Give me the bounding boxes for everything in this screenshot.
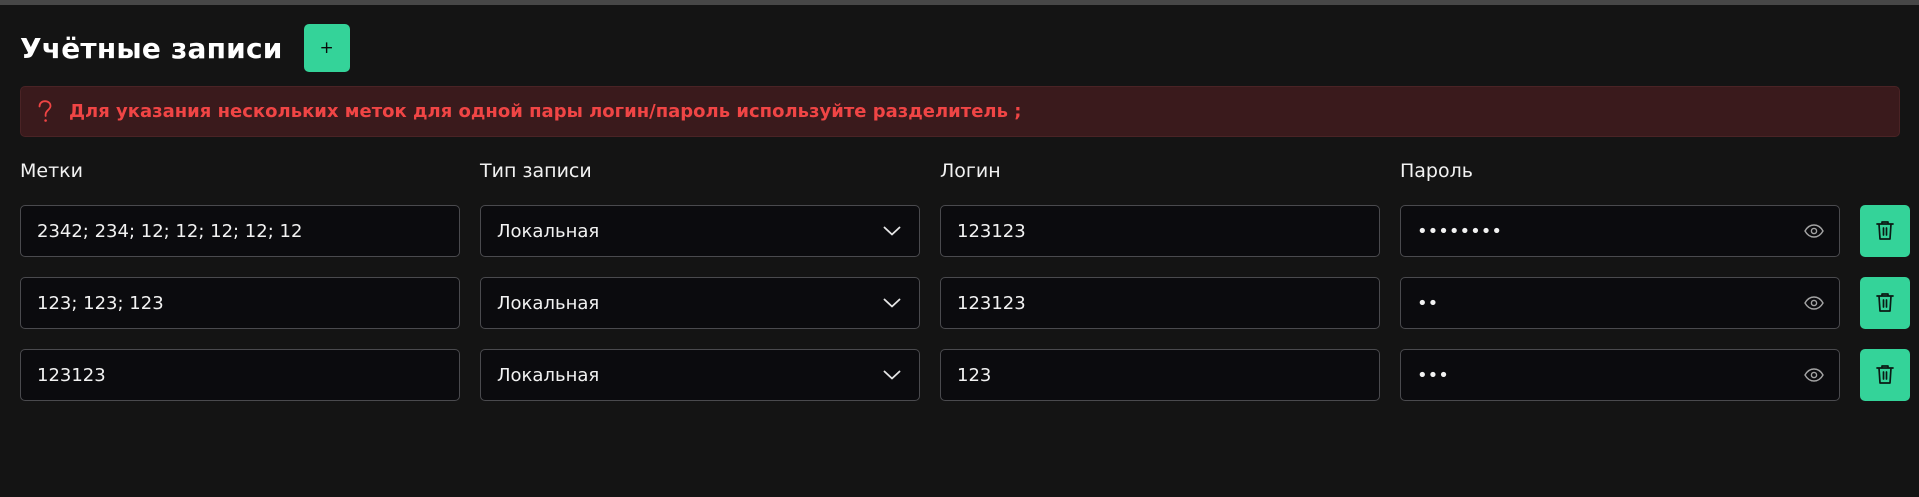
- password-field[interactable]: ••: [1400, 277, 1840, 329]
- password-field[interactable]: ••••••••: [1400, 205, 1840, 257]
- page-title: Учётные записи: [20, 31, 283, 65]
- tags-field[interactable]: [20, 277, 460, 329]
- login-column-label: Логин: [940, 160, 1001, 182]
- password-mask: •••: [1417, 364, 1449, 386]
- trash-icon: [1876, 292, 1894, 315]
- password-column-label: Пароль: [1400, 160, 1473, 182]
- accounts-page: Учётные записи + Для указания нескольких…: [20, 24, 1910, 421]
- account-type-select[interactable]: Локальная: [480, 277, 920, 329]
- tags-input[interactable]: [37, 364, 443, 386]
- password-mask: ••••••••: [1417, 220, 1502, 242]
- accounts-list: Локальная ••••••••: [20, 205, 1910, 401]
- tags-field[interactable]: [20, 349, 460, 401]
- trash-icon: [1876, 220, 1894, 243]
- login-input[interactable]: [957, 220, 1363, 242]
- window-top-bar: [0, 0, 1919, 5]
- tags-field[interactable]: [20, 205, 460, 257]
- delete-account-button[interactable]: [1860, 349, 1910, 401]
- tags-column-label: Метки: [20, 160, 83, 182]
- login-input[interactable]: [957, 364, 1363, 386]
- eye-icon[interactable]: [1803, 364, 1825, 386]
- login-field[interactable]: [940, 205, 1380, 257]
- account-type-select[interactable]: Локальная: [480, 205, 920, 257]
- chevron-down-icon: [883, 294, 901, 312]
- eye-icon[interactable]: [1803, 292, 1825, 314]
- account-type-value: Локальная: [497, 292, 600, 314]
- trash-icon: [1876, 364, 1894, 387]
- column-labels: Метки Тип записи Логин Пароль: [20, 160, 1900, 184]
- login-field[interactable]: [940, 349, 1380, 401]
- account-type-value: Локальная: [497, 364, 600, 386]
- tags-input[interactable]: [37, 292, 443, 314]
- account-row: Локальная ••••••••: [20, 205, 1910, 257]
- chevron-down-icon: [883, 366, 901, 384]
- login-input[interactable]: [957, 292, 1363, 314]
- login-field[interactable]: [940, 277, 1380, 329]
- account-row: Локальная ••: [20, 277, 1910, 329]
- delete-account-button[interactable]: [1860, 205, 1910, 257]
- tags-input[interactable]: [37, 220, 443, 242]
- type-column-label: Тип записи: [480, 160, 592, 182]
- chevron-down-icon: [883, 222, 901, 240]
- account-row: Локальная •••: [20, 349, 1910, 401]
- page-header: Учётные записи +: [20, 24, 1900, 72]
- hint-banner: Для указания нескольких меток для одной …: [20, 86, 1900, 137]
- delete-account-button[interactable]: [1860, 277, 1910, 329]
- password-field[interactable]: •••: [1400, 349, 1840, 401]
- hint-text: Для указания нескольких меток для одной …: [69, 101, 1022, 122]
- question-icon: [35, 99, 55, 124]
- account-type-select[interactable]: Локальная: [480, 349, 920, 401]
- eye-icon[interactable]: [1803, 220, 1825, 242]
- add-account-button[interactable]: +: [303, 24, 350, 72]
- account-type-value: Локальная: [497, 220, 600, 242]
- password-mask: ••: [1417, 292, 1439, 314]
